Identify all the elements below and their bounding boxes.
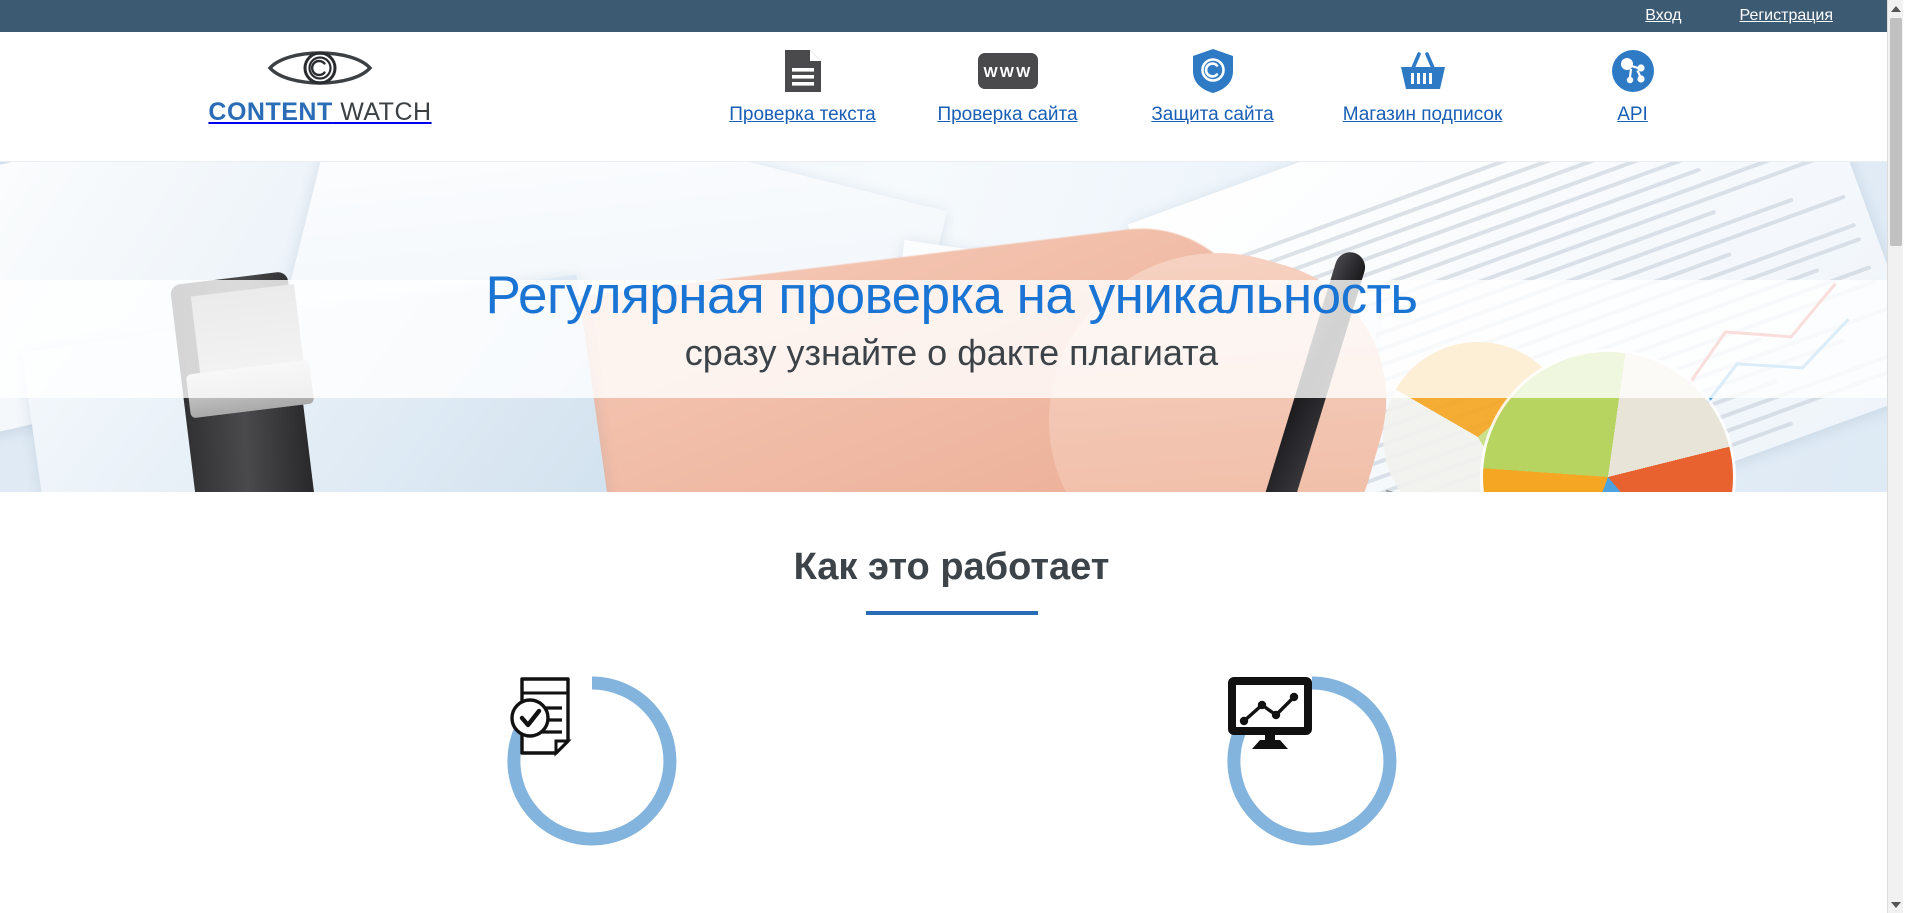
nav-label-api: API bbox=[1617, 104, 1648, 125]
brand-logo[interactable]: CONTENT WATCH bbox=[200, 46, 440, 127]
shopping-basket-icon bbox=[1315, 42, 1530, 100]
scroll-down-arrow[interactable] bbox=[1888, 896, 1903, 913]
nav-label-subscription-store: Магазин подписок bbox=[1342, 104, 1503, 125]
api-network-icon bbox=[1530, 42, 1735, 100]
nav-label-text-check: Проверка текста bbox=[729, 104, 876, 125]
document-lines-icon bbox=[700, 42, 905, 100]
brand-name: CONTENT WATCH bbox=[200, 98, 440, 127]
monitor-chart-icon bbox=[1222, 671, 1402, 851]
nav-item-site-protect[interactable]: Защита сайта bbox=[1110, 42, 1315, 126]
site-header: CONTENT WATCH Проверка текста WWW Провер… bbox=[0, 32, 1903, 162]
top-utility-bar: Вход Регистрация bbox=[0, 0, 1903, 32]
nav-item-subscription-store[interactable]: Магазин подписок bbox=[1315, 42, 1530, 126]
login-link[interactable]: Вход bbox=[1645, 7, 1681, 25]
main-navigation: Проверка текста WWW Проверка сайта Защит… bbox=[700, 42, 1735, 126]
step-progress-ring bbox=[1222, 671, 1402, 851]
nav-item-site-check[interactable]: WWW Проверка сайта bbox=[905, 42, 1110, 126]
how-it-works-heading: Как это работает bbox=[793, 546, 1110, 588]
step-progress-ring bbox=[502, 671, 682, 851]
scroll-up-arrow[interactable] bbox=[1888, 0, 1903, 17]
brand-name-first: CONTENT bbox=[208, 98, 333, 126]
how-it-works-section: Как это работает bbox=[0, 492, 1903, 913]
hero-banner: Регулярная проверка на уникальность сраз… bbox=[0, 162, 1903, 492]
page-root: Вход Регистрация CONTENT WATCH Проверка … bbox=[0, 0, 1903, 913]
heading-accent-bar bbox=[865, 611, 1038, 615]
nav-label-site-protect: Защита сайта bbox=[1151, 104, 1274, 125]
register-link[interactable]: Регистрация bbox=[1739, 7, 1833, 25]
svg-text:WWW: WWW bbox=[983, 64, 1032, 81]
hero-subtitle: сразу узнайте о факте плагиата bbox=[684, 332, 1219, 374]
page-scrollbar[interactable] bbox=[1887, 0, 1903, 913]
eye-copyright-icon bbox=[200, 46, 440, 90]
brand-name-second: WATCH bbox=[332, 98, 432, 126]
step-item bbox=[1212, 671, 1412, 851]
www-box-icon: WWW bbox=[905, 42, 1110, 100]
document-checkmark-icon bbox=[502, 671, 682, 851]
scrollbar-thumb[interactable] bbox=[1890, 18, 1902, 246]
hero-text-block: Регулярная проверка на уникальность сраз… bbox=[0, 267, 1903, 374]
hero-title: Регулярная проверка на уникальность bbox=[485, 266, 1419, 325]
step-item bbox=[492, 671, 692, 851]
shield-copyright-icon bbox=[1110, 42, 1315, 100]
nav-item-text-check[interactable]: Проверка текста bbox=[700, 42, 905, 126]
steps-row bbox=[0, 671, 1903, 851]
nav-label-site-check: Проверка сайта bbox=[937, 104, 1078, 125]
nav-item-api[interactable]: API bbox=[1530, 42, 1735, 126]
